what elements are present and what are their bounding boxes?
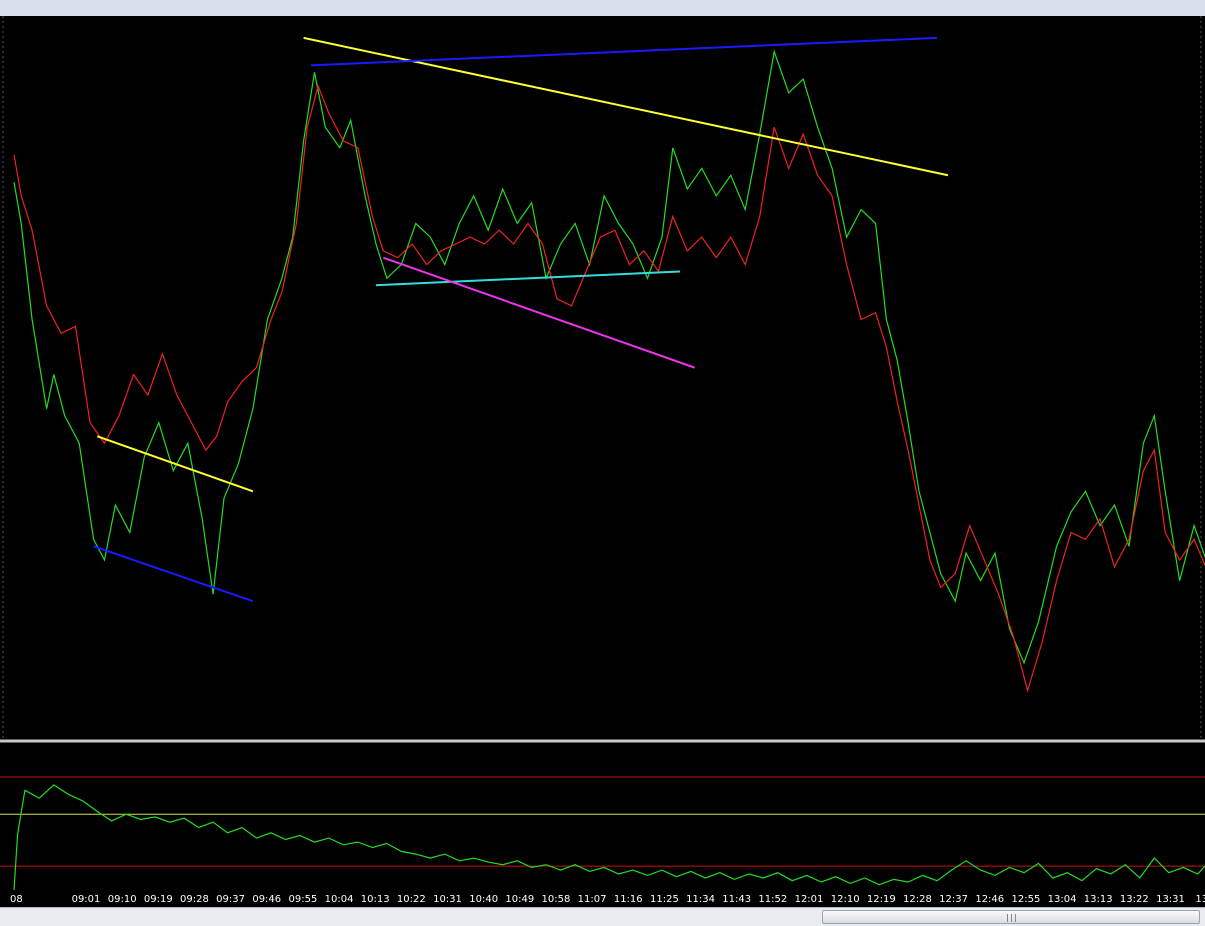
x-tick-label: 13:04 [1048,894,1077,905]
x-tick-label: 11:43 [722,894,751,905]
x-tick-label: 09:37 [216,894,245,905]
x-tick-label: 10:22 [397,894,426,905]
x-tick-label: 11:16 [614,894,643,905]
x-tick-label: 10:58 [542,894,571,905]
chart-area[interactable]: 08 09:01 09:10 09:19 09:28 09:37 09:46 09:55 10:… [0,16,1205,925]
x-tick-label: 10:31 [433,894,462,905]
x-tick-label: 13:31 [1156,894,1185,905]
x-tick-label: 11:34 [686,894,715,905]
x-tick-label: 10:13 [361,894,390,905]
x-tick-label: 11:07 [578,894,607,905]
x-tick-label: 13:4 [1195,894,1205,905]
x-tick-label: 12:55 [1011,894,1040,905]
scrollbar-thumb[interactable]: ||| [822,910,1200,924]
x-tick-label: 10:49 [505,894,534,905]
x-tick-label: 09:46 [252,894,281,905]
x-tick-label: 10:40 [469,894,498,905]
x-tick-label: 11:52 [758,894,787,905]
horizontal-scrollbar[interactable]: ||| [0,907,1205,926]
x-tick-label: 09:10 [108,894,137,905]
x-tick-label: 08 [10,894,23,905]
x-tick-label: 13:13 [1084,894,1113,905]
x-tick-label: 13:22 [1120,894,1149,905]
scrollbar-grip-icon: ||| [1005,913,1017,922]
x-tick-label: 12:01 [795,894,824,905]
window-title-bar [0,0,1205,17]
chart-svg[interactable]: 08 09:01 09:10 09:19 09:28 09:37 09:46 09:55 10:… [0,16,1205,907]
x-tick-label: 09:01 [72,894,101,905]
x-tick-label: 09:28 [180,894,209,905]
x-tick-label: 09:55 [288,894,317,905]
x-tick-label: 12:19 [867,894,896,905]
x-tick-label: 10:04 [325,894,354,905]
chart-background [0,16,1205,907]
x-tick-label: 12:46 [975,894,1004,905]
x-tick-label: 09:19 [144,894,173,905]
x-tick-label: 12:28 [903,894,932,905]
x-tick-label: 11:25 [650,894,679,905]
x-tick-label: 12:37 [939,894,968,905]
x-tick-label: 12:10 [831,894,860,905]
